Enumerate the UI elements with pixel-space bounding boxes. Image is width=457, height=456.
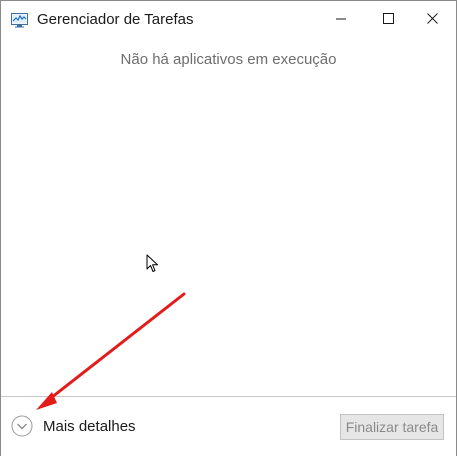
window-title: Gerenciador de Tarefas bbox=[37, 11, 194, 28]
more-details-button[interactable]: Mais detalhes bbox=[11, 415, 136, 437]
mouse-cursor-icon bbox=[146, 254, 160, 274]
footer-bar: Mais detalhes Finalizar tarefa bbox=[1, 396, 456, 456]
maximize-button[interactable] bbox=[365, 1, 411, 38]
task-manager-window: Gerenciador de Tarefas Não há aplicativo… bbox=[0, 0, 457, 456]
close-button[interactable] bbox=[409, 1, 455, 38]
no-apps-running-message: Não há aplicativos em execução bbox=[120, 51, 337, 68]
maximize-icon bbox=[382, 11, 394, 29]
more-details-label: Mais detalhes bbox=[43, 417, 136, 435]
minimize-icon bbox=[336, 11, 346, 29]
task-manager-icon bbox=[11, 12, 28, 28]
end-task-button[interactable]: Finalizar tarefa bbox=[340, 414, 444, 440]
minimize-button[interactable] bbox=[318, 1, 364, 38]
title-bar[interactable]: Gerenciador de Tarefas bbox=[1, 1, 456, 39]
close-icon bbox=[426, 11, 438, 29]
chevron-down-circle-icon bbox=[11, 415, 33, 437]
